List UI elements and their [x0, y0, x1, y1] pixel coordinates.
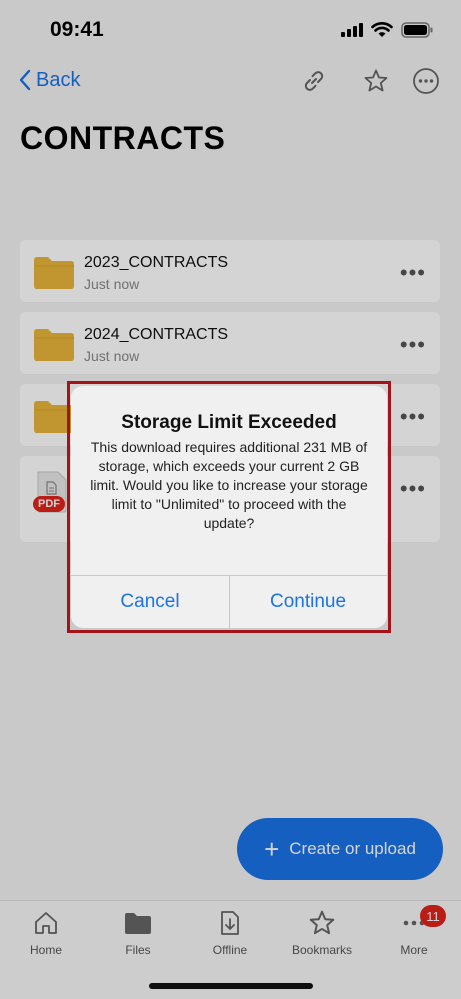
storage-limit-dialog: Storage Limit Exceeded This download req… [71, 386, 387, 628]
files-screen: 09:41 Back CONTRACTS 2023_CONTRACTS Just… [0, 0, 461, 999]
dialog-title: Storage Limit Exceeded [121, 412, 337, 433]
cancel-button[interactable]: Cancel [71, 576, 229, 628]
dialog-message: This download requires additional 231 MB… [90, 439, 368, 531]
continue-button[interactable]: Continue [229, 576, 387, 628]
